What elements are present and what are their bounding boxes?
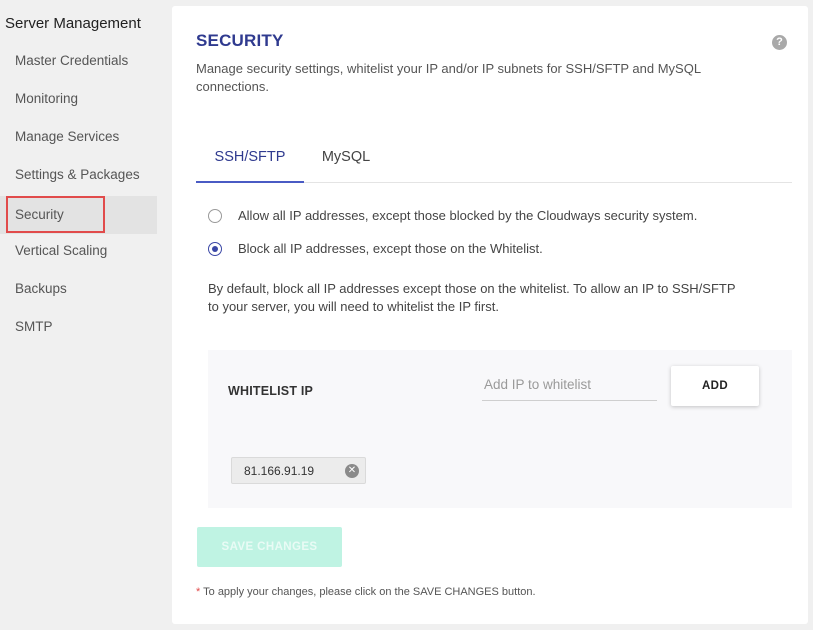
add-ip-button[interactable]: ADD (671, 366, 759, 406)
sidebar-item-master-credentials[interactable]: Master Credentials (0, 42, 157, 80)
page-description: Manage security settings, whitelist your… (196, 61, 701, 94)
info-text: By default, block all IP addresses excep… (208, 281, 736, 314)
whitelisted-ip-chip: 81.166.91.19 ✕ (231, 457, 366, 484)
sidebar-item-backups[interactable]: Backups (0, 270, 157, 308)
sidebar-item-label: Vertical Scaling (15, 243, 108, 258)
footnote-text: To apply your changes, please click on t… (200, 586, 536, 598)
whitelist-label: WHITELIST IP (228, 384, 314, 398)
sidebar-item-security[interactable]: Security (0, 196, 157, 234)
security-panel: SECURITY ? Manage security settings, whi… (172, 6, 808, 624)
radio-button[interactable] (208, 209, 222, 223)
option-label: Block all IP addresses, except those on … (238, 241, 543, 256)
footnote: * To apply your changes, please click on… (196, 586, 536, 598)
sidebar-item-vertical-scaling[interactable]: Vertical Scaling (0, 232, 157, 270)
sidebar-item-label: Settings & Packages (15, 167, 140, 182)
sidebar-item-smtp[interactable]: SMTP (0, 308, 157, 346)
option-label: Allow all IP addresses, except those blo… (238, 208, 698, 223)
page-title: SECURITY (196, 31, 284, 50)
whitelist-ip-input[interactable] (482, 369, 657, 401)
radio-button-selected[interactable] (208, 242, 222, 256)
tab-mysql[interactable]: MySQL (304, 134, 388, 183)
save-changes-button[interactable]: SAVE CHANGES (197, 527, 342, 567)
whitelisted-ip: 81.166.91.19 (244, 464, 315, 478)
close-circle-icon[interactable]: ✕ (345, 464, 359, 478)
help-icon[interactable]: ? (772, 35, 787, 50)
whitelist-box: WHITELIST IP ADD 81.166.91.19 ✕ (208, 350, 792, 508)
sidebar-title: Server Management (5, 15, 141, 32)
sidebar-item-label: Security (15, 207, 64, 222)
sidebar: Server Management Master Credentials Mon… (0, 0, 160, 630)
sidebar-item-label: Master Credentials (15, 53, 129, 68)
tab-ssh-sftp[interactable]: SSH/SFTP (196, 134, 304, 183)
sidebar-item-monitoring[interactable]: Monitoring (0, 80, 157, 118)
protocol-tabs: SSH/SFTP MySQL (196, 134, 792, 183)
sidebar-item-label: SMTP (15, 319, 53, 334)
sidebar-item-label: Manage Services (15, 129, 120, 144)
app-root: Server Management Master Credentials Mon… (0, 0, 813, 630)
sidebar-item-settings-packages[interactable]: Settings & Packages (0, 156, 157, 194)
sidebar-item-label: Backups (15, 281, 67, 296)
sidebar-item-label: Monitoring (15, 91, 79, 106)
sidebar-item-manage-services[interactable]: Manage Services (0, 118, 157, 156)
